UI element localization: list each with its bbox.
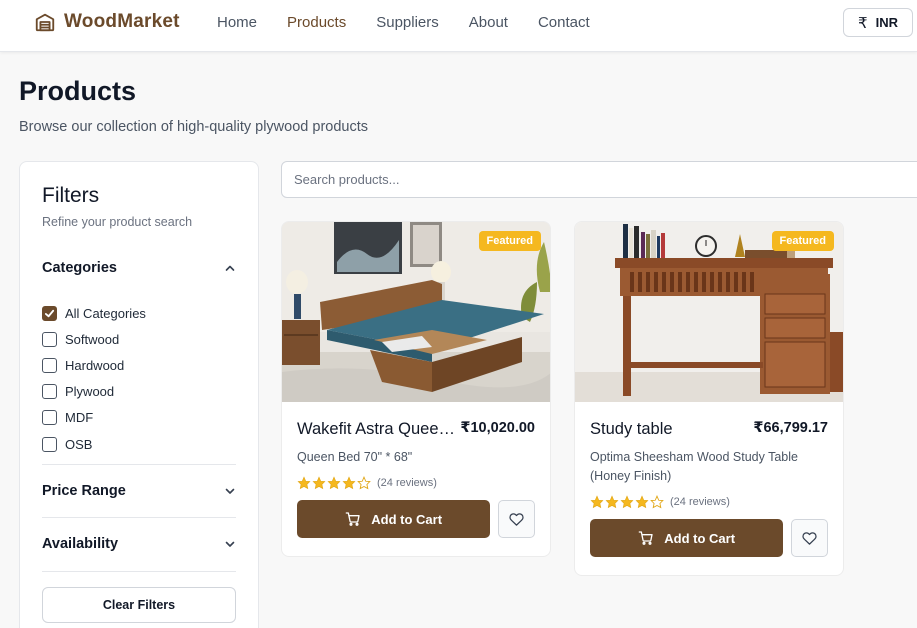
nav-contact[interactable]: Contact	[538, 14, 590, 31]
category-all[interactable]: All Categories	[42, 300, 146, 326]
checkbox[interactable]	[42, 357, 57, 373]
main-nav: Home Products Suppliers About Contact	[217, 14, 590, 31]
nav-home[interactable]: Home	[217, 14, 257, 31]
product-body: Wakefit Astra Queen Bed ₹10,020.00 Queen…	[282, 420, 550, 556]
divider	[42, 571, 236, 572]
product-description: Queen Bed 70" * 68"	[297, 450, 413, 464]
product-rating: (24 reviews)	[297, 476, 535, 490]
check-icon	[44, 309, 55, 317]
category-hardwood[interactable]: Hardwood	[42, 352, 146, 378]
checkbox-checked[interactable]	[42, 305, 57, 321]
product-image[interactable]: Featured	[282, 222, 550, 402]
category-mdf[interactable]: MDF	[42, 405, 146, 431]
divider	[42, 464, 236, 465]
add-to-cart-button[interactable]: Add to Cart	[590, 519, 784, 557]
availability-label: Availability	[42, 536, 119, 552]
product-name[interactable]: Study table	[590, 420, 673, 439]
product-card[interactable]: Featured Study table ₹66,799.17 Optima S…	[574, 221, 844, 576]
filters-panel: Filters Refine your product search Categ…	[19, 161, 259, 628]
category-label: Softwood	[65, 331, 120, 347]
heart-icon	[509, 512, 524, 526]
product-body: Study table ₹66,799.17 Optima Sheesham W…	[575, 420, 843, 575]
search-input[interactable]	[281, 161, 917, 198]
clear-filters-button[interactable]: Clear Filters	[42, 587, 236, 623]
nav-products[interactable]: Products	[287, 14, 346, 31]
product-description: Optima Sheesham Wood Study Table (Honey …	[590, 450, 798, 483]
category-osb[interactable]: OSB	[42, 431, 146, 457]
category-plywood[interactable]: Plywood	[42, 379, 146, 405]
checkbox[interactable]	[42, 436, 57, 452]
star-filled-icon	[620, 495, 634, 509]
product-name[interactable]: Wakefit Astra Queen Bed	[297, 420, 457, 439]
product-price: ₹66,799.17	[753, 420, 828, 436]
product-rating: (24 reviews)	[590, 495, 828, 509]
wishlist-button[interactable]	[791, 519, 828, 557]
currency-selector[interactable]: ₹ INR	[843, 8, 913, 37]
star-filled-icon	[635, 495, 649, 509]
star-filled-icon	[297, 476, 311, 490]
star-filled-icon	[312, 476, 326, 490]
review-count: (24 reviews)	[670, 496, 730, 508]
rupee-icon: ₹	[858, 14, 868, 32]
nav-about[interactable]: About	[469, 14, 508, 31]
add-to-cart-label: Add to Cart	[664, 530, 736, 546]
star-empty-icon	[650, 495, 664, 509]
chevron-down-icon	[225, 488, 235, 494]
featured-badge: Featured	[478, 231, 541, 251]
page-title: Products	[19, 76, 137, 106]
filters-subtitle: Refine your product search	[42, 215, 193, 229]
star-filled-icon	[342, 476, 356, 490]
divider	[42, 517, 236, 518]
availability-toggle[interactable]: Availability	[42, 536, 236, 552]
brand-logo[interactable]: WoodMarket	[34, 11, 180, 33]
price-range-label: Price Range	[42, 483, 126, 499]
featured-badge: Featured	[771, 231, 834, 251]
nav-suppliers[interactable]: Suppliers	[376, 14, 439, 31]
brand-name: WoodMarket	[64, 11, 180, 32]
star-empty-icon	[357, 476, 371, 490]
page-subtitle: Browse our collection of high-quality pl…	[19, 119, 368, 135]
category-label: Plywood	[65, 384, 115, 400]
chevron-up-icon	[225, 265, 235, 271]
categories-label: Categories	[42, 260, 117, 276]
category-label: MDF	[65, 410, 94, 426]
checkbox[interactable]	[42, 384, 57, 400]
category-list: All Categories Softwood Hardwood Plywood…	[42, 300, 146, 457]
star-rating	[590, 495, 664, 509]
price-range-toggle[interactable]: Price Range	[42, 483, 236, 499]
cart-icon	[345, 512, 360, 526]
star-filled-icon	[327, 476, 341, 490]
categories-toggle[interactable]: Categories	[42, 260, 236, 276]
checkbox[interactable]	[42, 410, 57, 426]
product-price: ₹10,020.00	[460, 420, 535, 436]
category-softwood[interactable]: Softwood	[42, 326, 146, 352]
currency-code: INR	[875, 15, 898, 30]
review-count: (24 reviews)	[377, 477, 437, 489]
cart-icon	[638, 531, 653, 545]
chevron-down-icon	[225, 541, 235, 547]
heart-icon	[802, 531, 817, 545]
star-filled-icon	[590, 495, 604, 509]
filters-title: Filters	[42, 184, 100, 207]
star-filled-icon	[605, 495, 619, 509]
category-label: All Categories	[65, 305, 146, 321]
checkbox[interactable]	[42, 331, 57, 347]
wishlist-button[interactable]	[498, 500, 535, 538]
category-label: OSB	[65, 436, 93, 452]
top-navbar: WoodMarket Home Products Suppliers About…	[0, 0, 917, 52]
product-card[interactable]: Featured Wakefit Astra Queen Bed ₹10,020…	[281, 221, 551, 557]
star-rating	[297, 476, 371, 490]
add-to-cart-button[interactable]: Add to Cart	[297, 500, 491, 538]
product-image[interactable]: Featured	[575, 222, 843, 402]
category-label: Hardwood	[65, 357, 125, 373]
add-to-cart-label: Add to Cart	[371, 511, 443, 527]
warehouse-icon	[35, 13, 55, 32]
